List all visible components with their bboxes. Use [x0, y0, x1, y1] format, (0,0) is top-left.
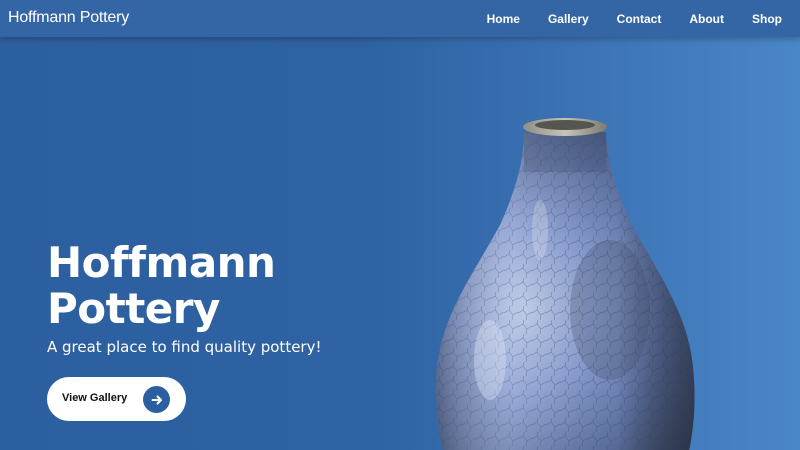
hero-title: Hoffmann Pottery [47, 240, 377, 332]
vase-image [420, 110, 710, 450]
nav-link-about[interactable]: About [675, 12, 738, 26]
nav-links: Home Gallery Contact About Shop [473, 0, 800, 37]
nav-link-gallery[interactable]: Gallery [534, 12, 603, 26]
hero-section: Hoffmann Pottery A great place to find q… [0, 0, 800, 450]
arrow-right-icon [143, 386, 170, 413]
view-gallery-label: View Gallery [62, 392, 128, 404]
hero-title-line2: Pottery [47, 284, 220, 333]
nav-link-shop[interactable]: Shop [738, 12, 800, 26]
hero-text: Hoffmann Pottery A great place to find q… [47, 240, 377, 357]
hero-subtitle: A great place to find quality pottery! [47, 338, 322, 356]
nav-link-contact[interactable]: Contact [603, 12, 676, 26]
nav-link-home[interactable]: Home [473, 12, 534, 26]
hero-title-line1: Hoffmann [47, 238, 276, 287]
brand-link[interactable]: Hoffmann Pottery [8, 9, 129, 27]
navbar: Hoffmann Pottery Home Gallery Contact Ab… [0, 0, 800, 37]
view-gallery-button[interactable]: View Gallery [47, 377, 186, 421]
